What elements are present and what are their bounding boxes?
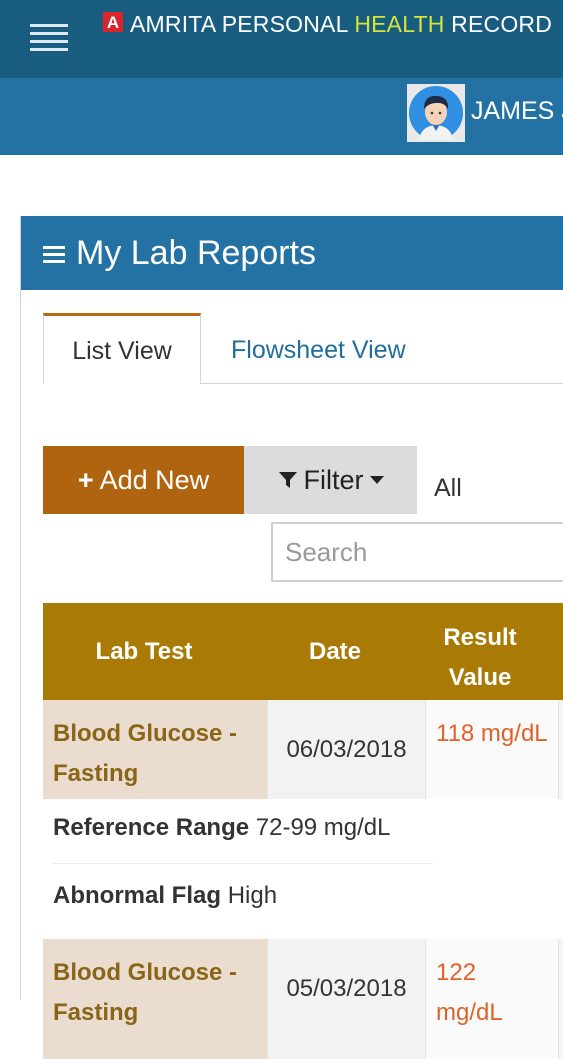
reference-range-value: 72-99 mg/dL [255,814,391,841]
reference-range-label: Reference Range [53,814,250,841]
search-input[interactable] [271,522,563,582]
lab-test-cell[interactable]: Blood Glucose - Fasting [43,939,268,1059]
result-cell: 122 mg/dL [426,939,559,1059]
app-title-part1: AMRITA PERSONAL [130,11,355,37]
app-title-part2: RECORD [444,11,553,37]
user-avatar-icon[interactable] [407,84,465,142]
row-overflow-cell [559,700,563,799]
caret-down-icon [369,475,384,484]
filter-label: Filter [303,465,364,495]
tab-list-view[interactable]: List View [43,313,201,384]
abnormal-flag-value: High [227,882,278,909]
page-title: My Lab Reports [76,234,316,272]
user-name[interactable]: JAMES J [471,97,563,126]
table-header: Lab Test Date Result Value [43,603,563,700]
lab-reports-panel: My Lab Reports List View Flowsheet View … [20,216,563,1059]
tabs-divider [201,383,563,384]
column-header-lab-test[interactable]: Lab Test [43,638,245,666]
filter-value: All [434,474,462,502]
date-cell: 05/03/2018 [268,939,426,1059]
table-row[interactable]: Blood Glucose - Fasting 05/03/2018 122 m… [43,939,563,1059]
filter-funnel-icon [278,471,297,488]
abnormal-flag-label: Abnormal Flag [53,882,222,909]
app-logo-icon: A [103,12,123,32]
filter-button[interactable]: Filter [244,446,417,514]
lab-test-cell[interactable]: Blood Glucose - Fasting [43,700,268,799]
column-header-result-value[interactable]: Result Value [425,618,535,698]
column-header-date[interactable]: Date [245,638,425,666]
hamburger-menu-icon[interactable] [30,24,68,51]
top-app-bar: A AMRITA PERSONAL HEALTH RECORD [0,0,563,78]
add-new-label: Add New [99,465,210,495]
table-row[interactable]: Blood Glucose - Fasting 06/03/2018 118 m… [43,700,563,799]
tab-flowsheet-view[interactable]: Flowsheet View [231,336,406,365]
details-divider [53,863,433,864]
app-title-highlight: HEALTH [354,11,445,37]
row-overflow-cell [559,939,563,1059]
panel-header: My Lab Reports [21,216,563,290]
reference-range: Reference Range 72-99 mg/dL [53,814,391,842]
add-new-button[interactable]: + Add New [43,446,244,514]
app-title: AMRITA PERSONAL HEALTH RECORD [130,11,552,38]
list-menu-icon [43,246,65,263]
date-cell: 06/03/2018 [268,700,426,799]
abnormal-flag: Abnormal Flag High [53,882,277,910]
result-cell: 118 mg/dL [426,700,559,799]
plus-icon: + [77,465,94,495]
row-details: Reference Range 72-99 mg/dL Abnormal Fla… [43,799,563,939]
